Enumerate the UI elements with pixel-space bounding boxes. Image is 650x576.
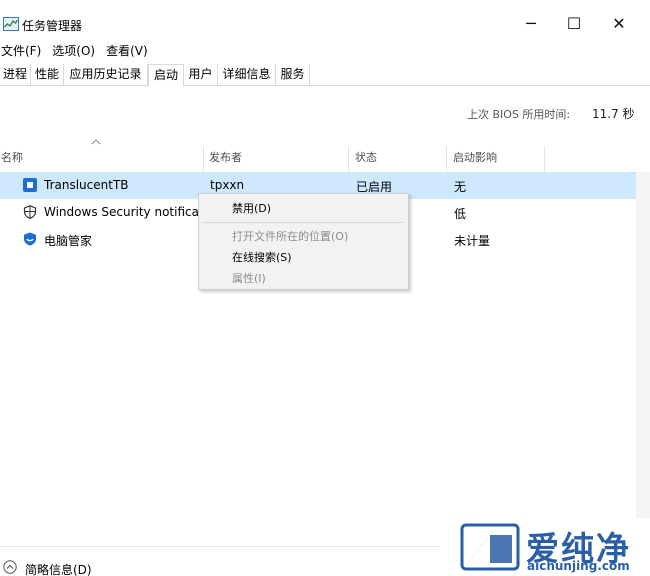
context-menu-open-file-location[interactable]: 打开文件所在的位置(O) <box>232 228 348 244</box>
tab-services[interactable]: 服务 <box>276 64 310 86</box>
tab-performance[interactable]: 性能 <box>31 64 64 86</box>
tab-users[interactable]: 用户 <box>184 64 218 86</box>
translucenttb-icon <box>23 178 37 192</box>
chevron-up-circle-icon[interactable] <box>3 560 17 574</box>
fewer-details-button[interactable]: 简略信息(D) <box>25 561 92 576</box>
sort-ascending-icon <box>91 139 101 145</box>
row-name: Windows Security notifica... <box>44 205 211 219</box>
column-status[interactable]: 状态 <box>349 146 447 172</box>
window-title: 任务管理器 <box>22 19 83 33</box>
menu-options[interactable]: 选项(O) <box>51 42 98 59</box>
menu-view[interactable]: 查看(V) <box>105 42 151 59</box>
maximize-button[interactable]: ☐ <box>554 8 594 38</box>
vertical-scrollbar[interactable] <box>636 172 650 518</box>
context-menu-properties[interactable]: 属性(I) <box>232 270 266 286</box>
pc-manager-icon <box>24 232 36 246</box>
title-bar: 任务管理器 ─ ☐ ✕ <box>0 0 650 40</box>
column-name[interactable]: 名称 <box>0 146 204 172</box>
shield-icon <box>23 205 37 219</box>
tab-processes[interactable]: 进程 <box>0 64 31 86</box>
footer-divider <box>0 546 440 547</box>
context-menu: 禁用(D) 打开文件所在的位置(O) 在线搜索(S) 属性(I) <box>198 193 409 290</box>
menu-file[interactable]: 文件(F) <box>0 42 44 59</box>
watermark-url: aichunjing.com <box>527 559 630 573</box>
tab-bar: 进程 性能 应用历史记录 启动 用户 详细信息 服务 <box>0 64 650 87</box>
bios-time-value: 11.7 秒 <box>592 107 635 121</box>
row-name: 电脑管家 <box>44 234 93 248</box>
close-button[interactable]: ✕ <box>599 8 639 38</box>
task-manager-icon <box>3 17 19 31</box>
bios-time-label: 上次 BIOS 所用时间: <box>467 108 571 121</box>
column-publisher[interactable]: 发布者 <box>204 146 349 172</box>
row-name: TranslucentTB <box>44 178 129 192</box>
watermark-logo-icon <box>460 523 520 571</box>
row-impact: 无 <box>454 180 467 194</box>
row-impact: 未计量 <box>454 234 491 248</box>
row-impact: 低 <box>454 207 467 221</box>
row-publisher: tpxxn <box>210 178 245 192</box>
menu-bar: 文件(F) 选项(O) 查看(V) <box>0 40 158 60</box>
watermark: 爱纯净 aichunjing.com <box>455 518 650 576</box>
tab-startup[interactable]: 启动 <box>148 64 184 87</box>
column-startup-impact[interactable]: 启动影响 <box>447 146 545 172</box>
context-menu-search-online[interactable]: 在线搜索(S) <box>232 249 292 265</box>
context-menu-separator <box>203 222 404 223</box>
context-menu-disable[interactable]: 禁用(D) <box>232 200 271 216</box>
minimize-button[interactable]: ─ <box>511 8 551 38</box>
tab-app-history[interactable]: 应用历史记录 <box>64 64 148 86</box>
tab-details[interactable]: 详细信息 <box>218 64 276 86</box>
